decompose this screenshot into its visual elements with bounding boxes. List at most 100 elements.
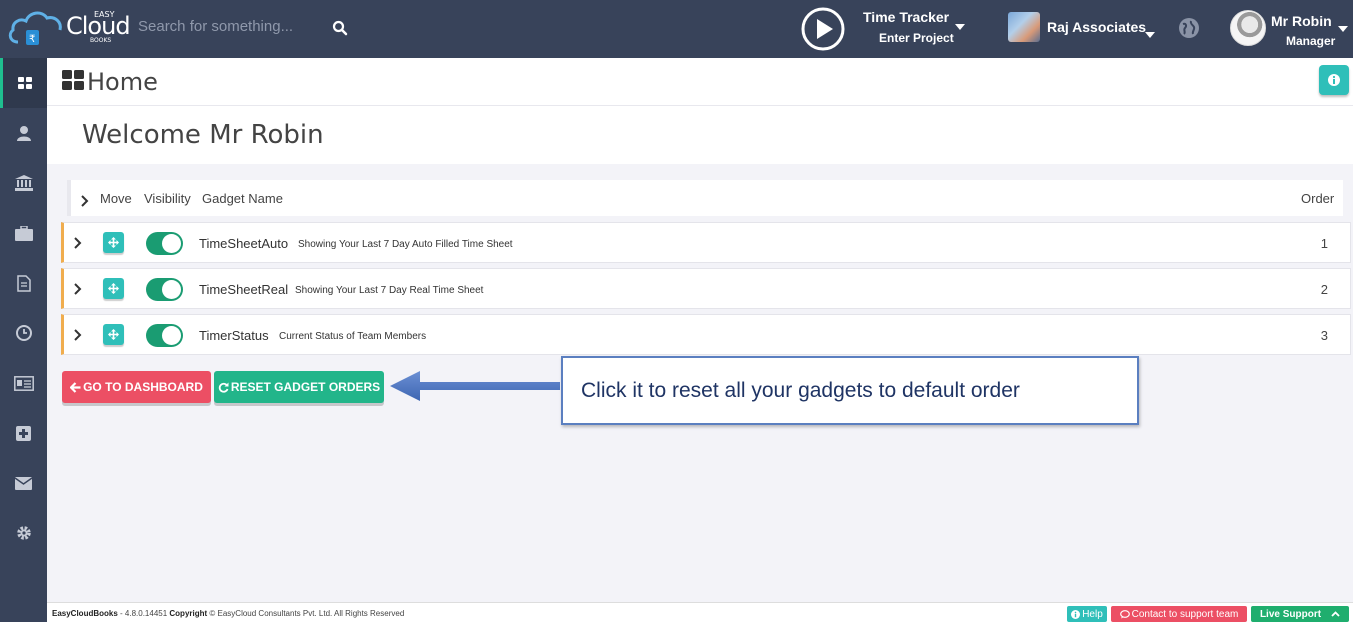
header-order: Order bbox=[1301, 191, 1335, 206]
sidebar-item-bank[interactable] bbox=[0, 158, 47, 208]
gadget-name: TimeSheetAuto bbox=[199, 236, 289, 251]
logo-cloud-text: Cloud bbox=[66, 12, 131, 40]
gadget-order: 2 bbox=[1320, 282, 1328, 297]
table-header: Move Visibility Gadget Name Order bbox=[67, 180, 1343, 216]
arrow-left-icon bbox=[70, 381, 81, 393]
info-icon bbox=[1071, 609, 1081, 619]
footer-brand: EasyCloudBooks bbox=[52, 609, 118, 618]
play-timer-icon[interactable] bbox=[801, 7, 845, 56]
welcome-text: Welcome Mr Robin bbox=[82, 120, 324, 150]
gadget-description: Showing Your Last 7 Day Auto Filled Time… bbox=[298, 239, 513, 250]
refresh-icon bbox=[218, 382, 229, 393]
dashboard-icon bbox=[18, 77, 32, 89]
sidebar-item-timesheet[interactable] bbox=[0, 308, 47, 358]
contact-support-label: Contact to support team bbox=[1131, 608, 1239, 620]
move-arrows-icon bbox=[108, 283, 119, 294]
table-row[interactable]: TimerStatus Current Status of Team Membe… bbox=[61, 314, 1351, 355]
go-to-dashboard-button[interactable]: GO TO DASHBOARD bbox=[62, 371, 211, 403]
sidebar-item-documents[interactable] bbox=[0, 258, 47, 308]
company-name[interactable]: Raj Associates bbox=[1047, 19, 1146, 35]
reset-gadget-orders-button[interactable]: RESET GADGET ORDERS bbox=[214, 371, 384, 403]
gadget-name: TimeSheetReal bbox=[199, 282, 289, 297]
help-button[interactable]: Help bbox=[1067, 606, 1107, 622]
callout-arrow-icon bbox=[390, 371, 560, 401]
time-tracker-project[interactable]: Enter Project bbox=[879, 31, 954, 45]
bank-icon bbox=[14, 175, 33, 191]
header-gadget-name: Gadget Name bbox=[202, 191, 283, 206]
user-name[interactable]: Mr Robin bbox=[1271, 13, 1332, 29]
chevron-right-icon[interactable] bbox=[74, 328, 82, 346]
sidebar-item-mail[interactable] bbox=[0, 458, 47, 508]
move-handle[interactable] bbox=[103, 324, 124, 345]
header-visibility: Visibility bbox=[144, 191, 191, 206]
callout-tooltip: Click it to reset all your gadgets to de… bbox=[561, 356, 1139, 425]
gadget-order: 3 bbox=[1320, 328, 1328, 343]
document-icon bbox=[16, 274, 31, 292]
user-role: Manager bbox=[1286, 34, 1336, 48]
page-header: Home bbox=[47, 58, 1353, 106]
comment-icon bbox=[1119, 609, 1130, 618]
header-move: Move bbox=[100, 191, 132, 206]
gadget-order: 1 bbox=[1320, 236, 1328, 251]
info-button[interactable] bbox=[1319, 65, 1349, 95]
chevron-right-icon[interactable] bbox=[81, 194, 89, 212]
search-icon[interactable] bbox=[332, 20, 348, 41]
footer-version: - 4.8.0.14451 bbox=[117, 609, 170, 618]
go-to-dashboard-label: GO TO DASHBOARD bbox=[83, 380, 203, 394]
table-row[interactable]: TimeSheetReal Showing Your Last 7 Day Re… bbox=[61, 268, 1351, 309]
sidebar-item-projects[interactable] bbox=[0, 208, 47, 258]
top-bar: ₹ EASY Cloud BOOKS Search for something.… bbox=[0, 0, 1353, 58]
move-handle[interactable] bbox=[103, 232, 124, 253]
footer-copyright-label: Copyright bbox=[169, 609, 208, 618]
table-row[interactable]: TimeSheetAuto Showing Your Last 7 Day Au… bbox=[61, 222, 1351, 263]
reset-gadget-orders-label: RESET GADGET ORDERS bbox=[230, 380, 381, 394]
sidebar-item-user[interactable] bbox=[0, 108, 47, 158]
visibility-toggle[interactable] bbox=[146, 324, 183, 347]
logo-books-text: BOOKS bbox=[90, 37, 112, 44]
globe-icon[interactable] bbox=[1178, 17, 1200, 44]
app-logo[interactable]: ₹ EASY Cloud BOOKS bbox=[8, 4, 131, 52]
sidebar-item-settings[interactable] bbox=[0, 508, 47, 558]
briefcase-icon bbox=[14, 225, 33, 241]
gear-icon bbox=[16, 526, 31, 540]
search-input[interactable]: Search for something... bbox=[138, 18, 293, 35]
company-avatar[interactable] bbox=[1008, 12, 1040, 42]
welcome-banner: Welcome Mr Robin bbox=[47, 106, 1353, 164]
visibility-toggle[interactable] bbox=[146, 278, 183, 301]
callout-text: Click it to reset all your gadgets to de… bbox=[581, 379, 1020, 402]
time-tracker-title[interactable]: Time Tracker bbox=[863, 9, 949, 25]
dashboard-icon bbox=[62, 70, 84, 95]
chevron-right-icon[interactable] bbox=[74, 236, 82, 254]
live-support-button[interactable]: Live Support bbox=[1251, 606, 1349, 622]
sidebar-item-contacts[interactable] bbox=[0, 358, 47, 408]
move-arrows-icon bbox=[108, 329, 119, 340]
user-icon bbox=[16, 126, 31, 141]
visibility-toggle[interactable] bbox=[146, 232, 183, 255]
caret-down-icon[interactable] bbox=[1145, 25, 1155, 43]
user-avatar[interactable] bbox=[1230, 10, 1266, 46]
sidebar-item-add[interactable] bbox=[0, 408, 47, 458]
cloud-logo-icon: ₹ bbox=[8, 11, 62, 45]
info-icon bbox=[1328, 74, 1340, 86]
plus-square-icon bbox=[16, 425, 31, 441]
sidebar-item-dashboard[interactable] bbox=[0, 58, 47, 108]
caret-down-icon[interactable] bbox=[1338, 19, 1348, 37]
footer: EasyCloudBooks - 4.8.0.14451 Copyright ©… bbox=[47, 602, 1353, 622]
help-label: Help bbox=[1082, 608, 1103, 620]
page-title: Home bbox=[87, 68, 158, 96]
move-handle[interactable] bbox=[103, 278, 124, 299]
chevron-right-icon[interactable] bbox=[74, 282, 82, 300]
move-arrows-icon bbox=[108, 237, 119, 248]
sidebar bbox=[0, 58, 47, 622]
chevron-up-icon bbox=[1331, 611, 1340, 617]
live-support-label: Live Support bbox=[1259, 608, 1322, 620]
gadget-description: Showing Your Last 7 Day Real Time Sheet bbox=[295, 285, 484, 296]
envelope-icon bbox=[15, 476, 32, 490]
gadget-name: TimerStatus bbox=[199, 328, 269, 343]
contact-support-button[interactable]: Contact to support team bbox=[1111, 606, 1247, 622]
footer-copyright: EasyCloudBooks - 4.8.0.14451 Copyright ©… bbox=[52, 609, 404, 618]
footer-copyright-text: © EasyCloud Consultants Pvt. Ltd. All Ri… bbox=[207, 609, 405, 618]
gadget-description: Current Status of Team Members bbox=[279, 331, 427, 342]
clock-icon bbox=[15, 325, 32, 341]
caret-down-icon[interactable] bbox=[955, 17, 965, 35]
